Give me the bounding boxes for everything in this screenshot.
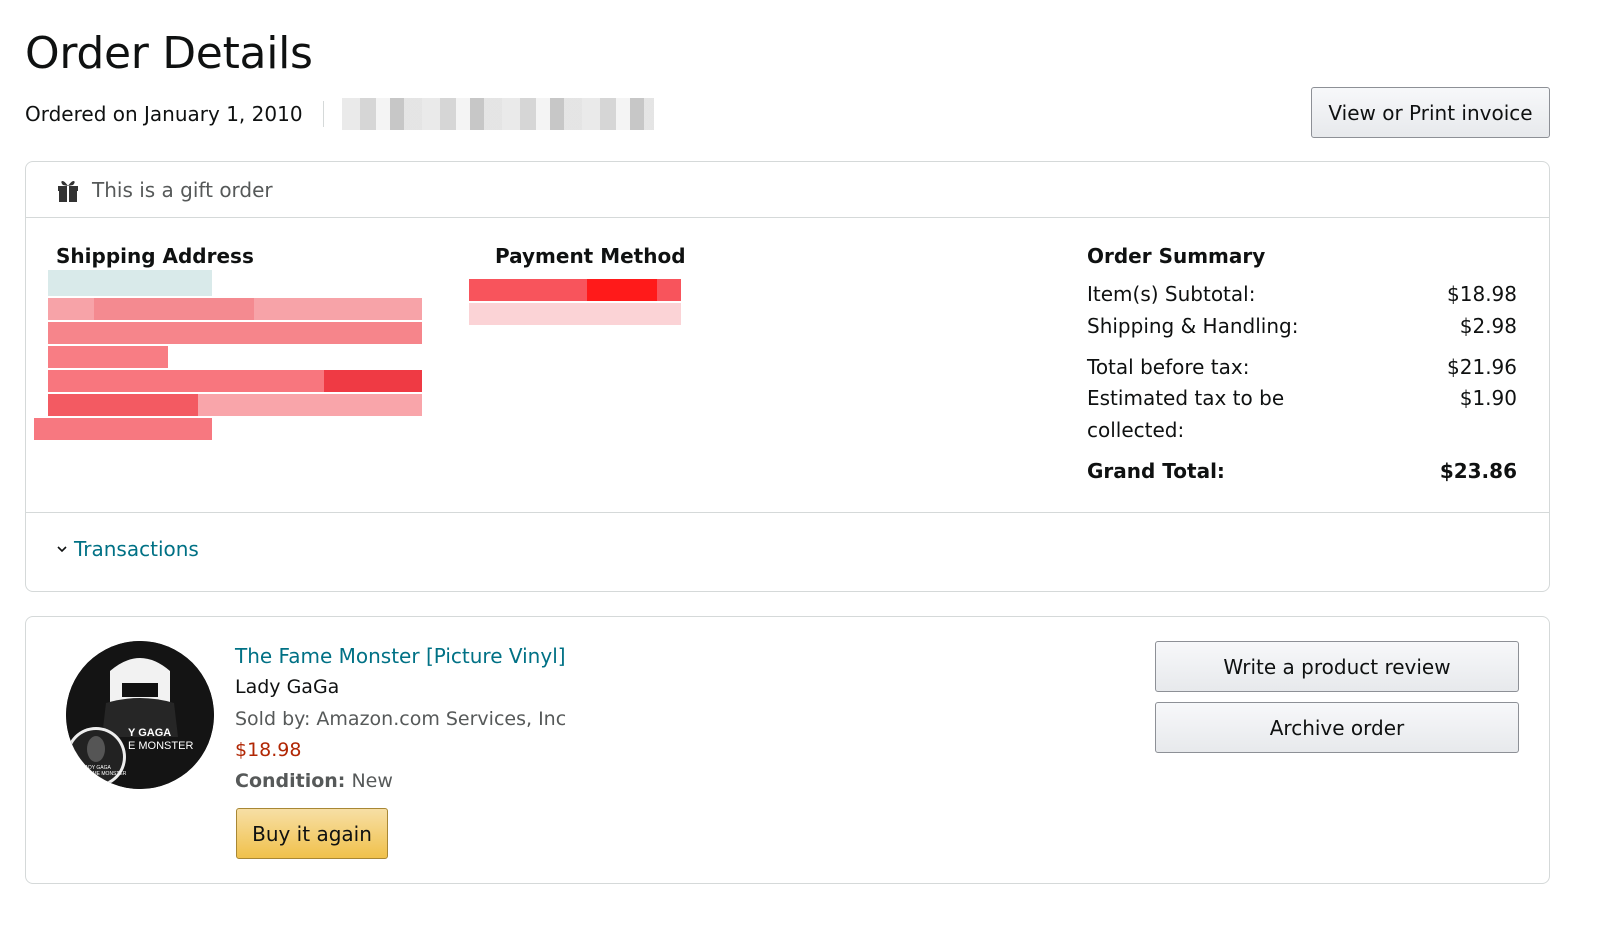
total-before-tax-label: Total before tax:: [1087, 355, 1250, 379]
payment-method-heading: Payment Method: [495, 244, 686, 268]
meta-divider: [322, 101, 324, 127]
view-print-invoice-button[interactable]: View or Print invoice: [1311, 87, 1550, 138]
write-product-review-button[interactable]: Write a product review: [1155, 641, 1519, 692]
gift-order-label: This is a gift order: [92, 177, 273, 202]
album-small-text-2: THE FAME MONSTER: [75, 771, 127, 777]
estimated-tax-label: Estimated tax to be collected:: [1087, 386, 1285, 442]
order-summary-heading: Order Summary: [1087, 244, 1266, 268]
condition-label: Condition:: [235, 770, 346, 792]
grand-total-label: Grand Total:: [1087, 459, 1225, 483]
product-artist: Lady GaGa: [235, 676, 340, 698]
order-info-box: This is a gift order Shipping Address Pa…: [25, 161, 1550, 592]
order-meta: Ordered on January 1, 2010: [25, 98, 654, 130]
estimated-tax-value: $1.90: [1459, 386, 1517, 410]
section-divider: [26, 512, 1549, 513]
total-before-tax-value: $21.96: [1447, 355, 1517, 379]
shipping-handling-value: $2.98: [1459, 314, 1517, 338]
grand-total-value: $23.86: [1439, 459, 1517, 483]
archive-order-button[interactable]: Archive order: [1155, 702, 1519, 753]
transactions-toggle[interactable]: Transactions: [56, 537, 199, 561]
condition-value: New: [351, 770, 393, 792]
gift-icon: [58, 180, 78, 202]
shipping-address-heading: Shipping Address: [56, 244, 254, 268]
product-price: $18.98: [235, 739, 302, 761]
product-seller: Sold by: Amazon.com Services, Inc: [235, 708, 567, 730]
order-item-box: Y GAGA E MONSTER LADY GAGA THE FAME MONS…: [25, 616, 1550, 884]
buy-it-again-button[interactable]: Buy it again: [236, 808, 388, 859]
product-condition: Condition: New: [235, 766, 393, 796]
product-image[interactable]: Y GAGA E MONSTER LADY GAGA THE FAME MONS…: [66, 641, 214, 789]
ordered-on-date: Ordered on January 1, 2010: [25, 102, 303, 126]
shipping-handling-label: Shipping & Handling:: [1087, 314, 1299, 338]
product-title-link[interactable]: The Fame Monster [Picture Vinyl]: [235, 641, 566, 671]
redacted-order-number: [341, 98, 654, 130]
redacted-shipping-address: [34, 270, 422, 440]
transactions-label: Transactions: [74, 537, 199, 561]
subtotal-value: $18.98: [1447, 282, 1517, 306]
subtotal-label: Item(s) Subtotal:: [1087, 282, 1256, 306]
album-text-title: Y GAGA: [128, 727, 172, 739]
album-text-subtitle: E MONSTER: [128, 740, 194, 752]
chevron-down-icon: [57, 546, 67, 553]
page-title: Order Details: [25, 28, 313, 79]
gift-order-row: This is a gift order: [26, 162, 1549, 218]
redacted-payment-method: [469, 279, 681, 325]
